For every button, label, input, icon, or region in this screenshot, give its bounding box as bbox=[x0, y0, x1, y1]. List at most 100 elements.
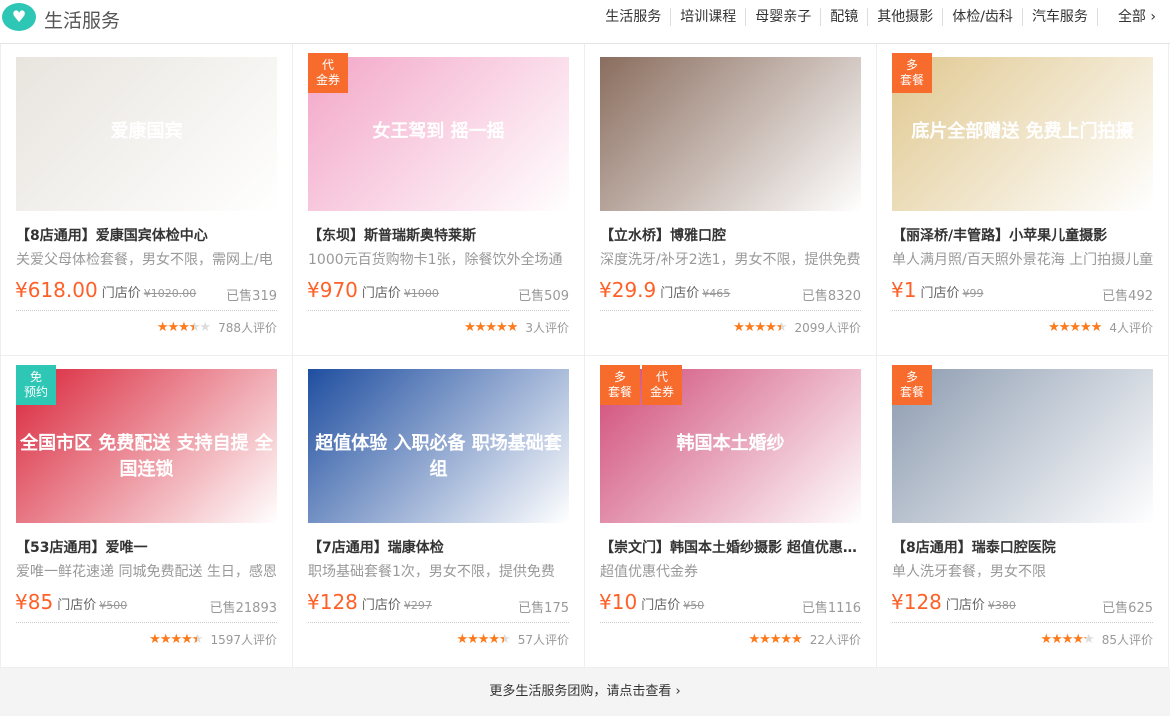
review-count[interactable]: 57人评价 bbox=[518, 631, 569, 648]
rating-row: ★★★★★ ★★★★★ 4人评价 bbox=[1048, 319, 1153, 336]
review-count[interactable]: 3人评价 bbox=[525, 319, 569, 336]
deal-image-text: 韩国本土婚纱 bbox=[676, 433, 785, 454]
deal-title[interactable]: 【8店通用】爱康国宾体检中心 bbox=[16, 225, 278, 245]
nav-item[interactable]: 体检/齿科 bbox=[943, 8, 1023, 26]
deal-title[interactable]: 【崇文门】韩国本土婚纱摄影 超值优惠代金券 bbox=[600, 537, 862, 557]
deal-title[interactable]: 【立水桥】博雅口腔 bbox=[600, 225, 862, 245]
badge-group: 免 预约 bbox=[16, 365, 56, 405]
badge-group: 多 套餐 bbox=[892, 365, 932, 405]
deal-badge: 代 金券 bbox=[642, 365, 682, 405]
original-price: ¥50 bbox=[683, 599, 705, 612]
nav-item[interactable]: 汽车服务 bbox=[1023, 8, 1098, 26]
review-count[interactable]: 22人评价 bbox=[810, 631, 861, 648]
deal-description: 关爱父母体检套餐，男女不限，需网上/电 bbox=[16, 252, 273, 268]
deal-card[interactable]: 女王驾到 摇一摇 代 金券 【东坝】斯普瑞斯奥特莱斯 1000元百货购物卡1张，… bbox=[293, 44, 585, 356]
sold-count: 已售509 bbox=[518, 289, 569, 304]
original-price: ¥465 bbox=[702, 287, 731, 300]
star-rating-icon: ★★★★★★★★★★ bbox=[456, 631, 510, 647]
deal-title[interactable]: 【7店通用】瑞康体检 bbox=[308, 537, 570, 557]
deal-card[interactable]: 多 套餐 【8店通用】瑞泰口腔医院 单人洗牙套餐，男女不限 ¥128 门店价 ¥38… bbox=[877, 356, 1169, 668]
deal-price-row: ¥29.9 门店价 ¥465 bbox=[599, 278, 730, 302]
deal-image-text: 女王驾到 摇一摇 bbox=[372, 121, 505, 142]
review-count[interactable]: 788人评价 bbox=[218, 319, 277, 336]
deal-price: ¥29.9 bbox=[599, 278, 657, 302]
rating-row: ★★★★★ ★★★★★ 3人评价 bbox=[464, 319, 569, 336]
divider bbox=[16, 310, 277, 311]
deal-description: 超值优惠代金券 bbox=[600, 564, 698, 580]
original-price: ¥297 bbox=[403, 599, 432, 612]
deal-description: 单人满月照/百天照外景花海 上门拍摄儿童 bbox=[892, 252, 1154, 268]
store-price-label: 门店价 bbox=[361, 598, 401, 613]
review-count[interactable]: 2099人评价 bbox=[794, 319, 861, 336]
nav-item[interactable]: 培训课程 bbox=[671, 8, 747, 26]
store-price-label: 门店价 bbox=[945, 598, 985, 613]
deal-card[interactable]: 爱康国宾 【8店通用】爱康国宾体检中心 关爱父母体检套餐，男女不限，需网上/电 … bbox=[1, 44, 293, 356]
rating-row: ★★★★★ ★★★★★ 2099人评价 bbox=[733, 319, 861, 336]
deal-image[interactable]: 超值体验 入职必备 职场基础套组 bbox=[308, 369, 569, 523]
divider bbox=[308, 310, 569, 311]
sold-count: 已售319 bbox=[226, 289, 277, 304]
deal-title[interactable]: 【东坝】斯普瑞斯奥特莱斯 bbox=[308, 225, 570, 245]
review-count[interactable]: 1597人评价 bbox=[210, 631, 277, 648]
badge-group: 多 套餐代 金券 bbox=[600, 365, 682, 405]
nav-item[interactable]: 配镜 bbox=[821, 8, 869, 26]
section-title: 生活服务 bbox=[44, 10, 121, 32]
deal-image[interactable]: 爱康国宾 bbox=[16, 57, 277, 211]
deal-title[interactable]: 【8店通用】瑞泰口腔医院 bbox=[892, 537, 1154, 557]
deal-price-row: ¥970 门店价 ¥1000 bbox=[307, 278, 439, 302]
deal-description: 职场基础套餐1次，男女不限，提供免费 bbox=[308, 564, 555, 580]
sold-count: 已售625 bbox=[1102, 601, 1153, 616]
nav-item[interactable]: 母婴亲子 bbox=[746, 8, 822, 26]
sold-count: 已售8320 bbox=[801, 289, 861, 304]
deal-description: 深度洗牙/补牙2选1，男女不限，提供免费 bbox=[600, 252, 861, 268]
divider bbox=[892, 310, 1153, 311]
store-price-label: 门店价 bbox=[641, 598, 681, 613]
deal-image[interactable] bbox=[600, 57, 861, 211]
star-rating-icon: ★★★★★★★★★★ bbox=[464, 319, 518, 335]
nav-all-link[interactable]: 全部 › bbox=[1098, 8, 1156, 26]
deal-price-row: ¥128 门店价 ¥297 bbox=[307, 590, 432, 614]
badge-group: 多 套餐 bbox=[892, 53, 932, 93]
heart-hands-icon: ♥ bbox=[2, 3, 36, 31]
deal-price: ¥10 bbox=[599, 590, 638, 614]
review-count[interactable]: 4人评价 bbox=[1109, 319, 1153, 336]
rating-row: ★★★★★★★★★★ 85人评价 bbox=[1040, 631, 1153, 648]
divider bbox=[16, 622, 277, 623]
deal-image-text: 爱康国宾 bbox=[110, 121, 183, 142]
nav-item[interactable]: 生活服务 bbox=[596, 8, 672, 26]
deal-badge: 代 金券 bbox=[308, 53, 348, 93]
deal-price-row: ¥128 门店价 ¥380 bbox=[891, 590, 1016, 614]
deal-card[interactable]: 全国市区 免费配送 支持自提 全国连锁 免 预约 【53店通用】爱唯一 爱唯一鲜… bbox=[1, 356, 293, 668]
rating-row: ★★★★★ ★★★★★ 57人评价 bbox=[456, 631, 569, 648]
category-nav: 生活服务 培训课程 母婴亲子 配镜 其他摄影 体检/齿科 汽车服务 全部 › bbox=[596, 8, 1156, 26]
deal-image-text: 全国市区 免费配送 支持自提 全国连锁 bbox=[20, 433, 273, 480]
rating-row: ★★★★★ ★★★★★ 1597人评价 bbox=[149, 631, 277, 648]
deal-price-row: ¥85 门店价 ¥500 bbox=[15, 590, 127, 614]
deal-card[interactable]: 超值体验 入职必备 职场基础套组 【7店通用】瑞康体检 职场基础套餐1次，男女不… bbox=[293, 356, 585, 668]
deal-price: ¥85 bbox=[15, 590, 54, 614]
deal-price: ¥128 bbox=[307, 590, 358, 614]
store-price-label: 门店价 bbox=[361, 286, 401, 301]
deal-image-text: 超值体验 入职必备 职场基础套组 bbox=[315, 433, 562, 480]
deal-title[interactable]: 【丽泽桥/丰管路】小苹果儿童摄影 bbox=[892, 225, 1154, 245]
divider bbox=[600, 310, 861, 311]
review-count[interactable]: 85人评价 bbox=[1102, 631, 1153, 648]
deal-description: 单人洗牙套餐，男女不限 bbox=[892, 564, 1046, 580]
sold-count: 已售175 bbox=[518, 601, 569, 616]
deal-card[interactable]: 底片全部赠送 免费上门拍摄 多 套餐 【丽泽桥/丰管路】小苹果儿童摄影 单人满月… bbox=[877, 44, 1169, 356]
nav-item[interactable]: 其他摄影 bbox=[868, 8, 944, 26]
more-deals-link[interactable]: 更多生活服务团购，请点击查看 › bbox=[0, 668, 1170, 716]
deal-price-row: ¥10 门店价 ¥50 bbox=[599, 590, 704, 614]
original-price: ¥1000 bbox=[403, 287, 439, 300]
section-header: ♥ 生活服务 生活服务 培训课程 母婴亲子 配镜 其他摄影 体检/齿科 汽车服务… bbox=[0, 0, 1170, 44]
deal-description: 1000元百货购物卡1张，除餐饮外全场通 bbox=[308, 252, 563, 268]
store-price-label: 门店价 bbox=[660, 286, 700, 301]
deal-price: ¥618.00 bbox=[15, 278, 98, 302]
deal-card[interactable]: 【立水桥】博雅口腔 深度洗牙/补牙2选1，男女不限，提供免费 ¥29.9 门店价 ¥… bbox=[585, 44, 877, 356]
divider bbox=[600, 622, 861, 623]
star-rating-icon: ★★★★★★★★★★ bbox=[733, 319, 787, 335]
deal-title[interactable]: 【53店通用】爱唯一 bbox=[16, 537, 278, 557]
star-rating-icon: ★★★★★★★★★★ bbox=[1048, 319, 1102, 335]
rating-row: ★★★★★★★★★★ 788人评价 bbox=[157, 319, 277, 336]
deal-card[interactable]: 韩国本土婚纱 多 套餐代 金券 【崇文门】韩国本土婚纱摄影 超值优惠代金券 超值… bbox=[585, 356, 877, 668]
